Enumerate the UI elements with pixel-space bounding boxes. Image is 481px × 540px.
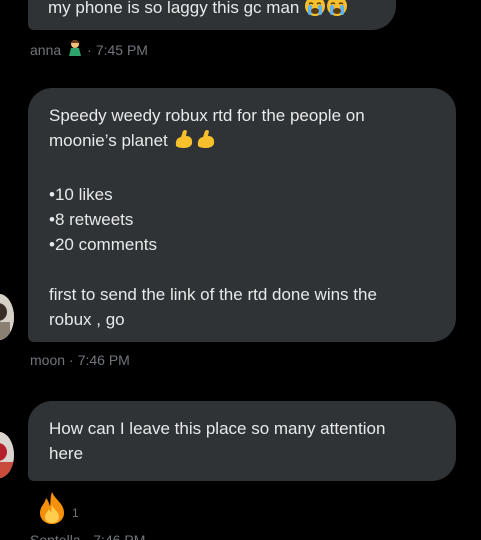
avatar-image (0, 432, 14, 478)
message-time: 7:46 PM (77, 352, 130, 368)
meta-separator: · (87, 41, 92, 58)
woman-genie-icon (67, 39, 83, 60)
message-meta: Sontella · 7:46 PM (30, 532, 145, 540)
avatar[interactable] (0, 294, 14, 340)
reaction-count: 1 (72, 506, 79, 520)
flexed-biceps-icon (195, 128, 217, 157)
message-bubble[interactable]: How can I leave this place so many atten… (28, 401, 456, 481)
avatar-image (0, 294, 14, 340)
message-text: my phone is so laggy this gc man (48, 0, 300, 17)
message-text: How can I leave this place so many atten… (49, 419, 386, 463)
message-meta: moon · 7:46 PM (30, 352, 130, 368)
message-bubble[interactable]: my phone is so laggy this gc man (28, 0, 396, 30)
sender-name[interactable]: moon (30, 352, 65, 368)
message-text: Speedy weedy robux rtd for the people on… (49, 106, 377, 329)
message-bubble[interactable]: Speedy weedy robux rtd for the people on… (28, 88, 456, 342)
meta-separator: · (69, 352, 74, 368)
message-time: 7:46 PM (93, 532, 146, 540)
sender-name[interactable]: Sontella (30, 532, 81, 540)
sender-name[interactable]: anna (30, 42, 61, 58)
dm-conversation: my phone is so laggy this gc man anna · … (0, 0, 481, 540)
fire-icon (36, 491, 68, 530)
meta-separator: · (84, 532, 90, 540)
message-time: 7:45 PM (95, 41, 148, 58)
avatar[interactable] (0, 432, 14, 478)
flexed-biceps-icon (173, 128, 195, 157)
reaction-badge[interactable]: 1 (36, 491, 79, 530)
loudly-crying-face-icon (304, 0, 326, 24)
loudly-crying-face-icon (326, 0, 348, 24)
message-meta: anna · 7:45 PM (30, 39, 148, 60)
